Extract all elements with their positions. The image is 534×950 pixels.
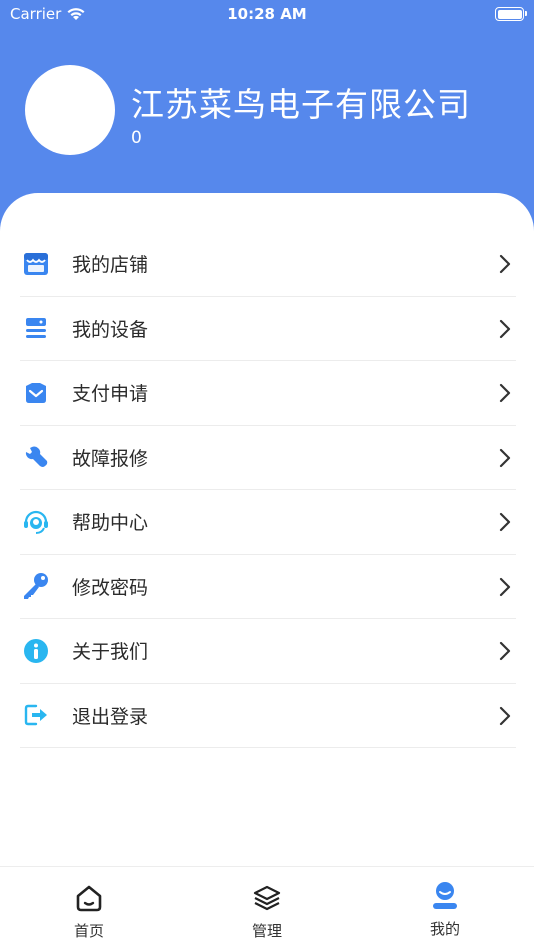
tab-label: 管理 [251,922,282,940]
menu-item-label: 支付申请 [72,383,149,406]
wrench-icon [21,442,51,472]
menu-item-my-devices[interactable]: 我的设备 [20,297,516,361]
info-icon [21,636,51,666]
company-name: 江苏菜鸟电子有限公司 [131,85,471,124]
tab-label: 我的 [429,920,460,938]
tab-manage[interactable]: 管理 [178,867,356,950]
device-icon [21,313,51,343]
menu-item-help-center[interactable]: 帮助中心 [20,490,516,555]
chevron-right-icon [499,254,511,274]
menu-item-fault-repair[interactable]: 故障报修 [20,426,516,490]
store-icon [21,249,51,279]
battery-icon [495,7,527,21]
chevron-right-icon [499,448,511,467]
chevron-right-icon [499,512,511,532]
avatar[interactable] [25,65,115,155]
home-icon [76,885,102,912]
menu-item-change-password[interactable]: 修改密码 [20,555,516,619]
company-subtitle: 0 [131,128,142,148]
chevron-right-icon [499,319,511,338]
chevron-right-icon [499,641,511,661]
profile-icon [433,882,457,909]
chevron-right-icon [499,577,511,596]
menu-item-label: 我的设备 [72,318,149,341]
menu-item-label: 帮助中心 [72,512,149,535]
key-icon [21,571,51,601]
menu-item-logout[interactable]: 退出登录 [20,684,516,748]
chevron-right-icon [499,706,511,725]
logout-icon [21,700,51,730]
menu-item-label: 关于我们 [72,641,149,664]
menu-list: 我的店铺 我的设备 支付申请 故障报修 帮助中心 修改密码 关于我们 退出登录 [20,232,516,748]
menu-item-my-store[interactable]: 我的店铺 [20,232,516,297]
tab-bar: 首页 管理 我的 [0,866,534,950]
status-time: 10:28 AM [227,5,307,23]
menu-item-label: 退出登录 [72,705,149,728]
menu-item-payment-application[interactable]: 支付申请 [20,361,516,426]
headset-icon [21,507,51,537]
menu-item-label: 故障报修 [72,447,149,470]
payment-icon [21,378,51,408]
status-bar: Carrier 10:28 AM [0,0,534,30]
layers-icon [253,885,281,911]
menu-item-label: 修改密码 [72,576,149,599]
tab-home[interactable]: 首页 [0,867,178,950]
tab-label: 首页 [73,922,104,940]
chevron-right-icon [499,383,511,403]
menu-item-about-us[interactable]: 关于我们 [20,619,516,684]
tab-mine[interactable]: 我的 [356,867,534,950]
menu-item-label: 我的店铺 [72,254,149,277]
